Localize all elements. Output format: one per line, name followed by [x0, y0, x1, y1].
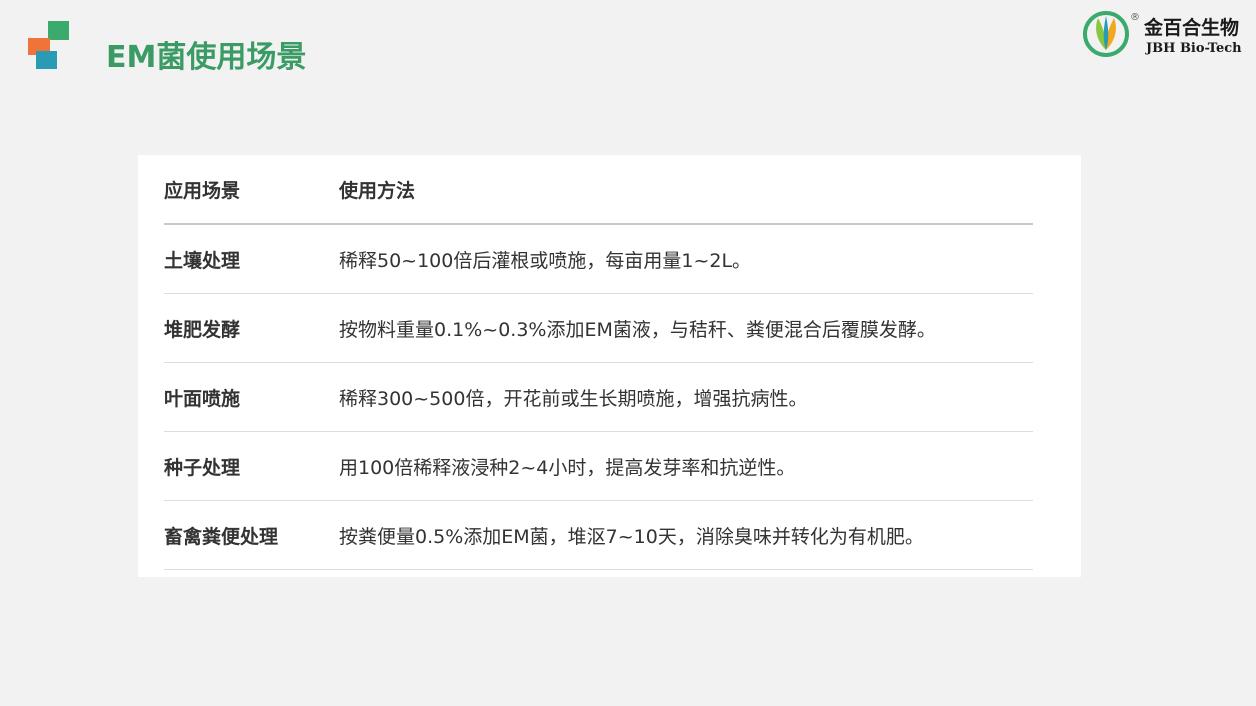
usage-table: 应用场景 使用方法 土壤处理 稀释50~100倍后灌根或喷施，每亩用量1~2L。… — [164, 155, 1033, 570]
table-row: 叶面喷施 稀释300~500倍，开花前或生长期喷施，增强抗病性。 — [164, 363, 1033, 432]
table-header-row: 应用场景 使用方法 — [164, 155, 1033, 225]
decor-square-green — [48, 21, 69, 40]
logo-mark-icon — [1083, 11, 1129, 57]
scene-cell: 土壤处理 — [164, 249, 241, 272]
scene-cell: 畜禽粪便处理 — [164, 525, 279, 548]
logo-name-cn: 金百合生物 — [1144, 17, 1240, 39]
usage-table-card: 应用场景 使用方法 土壤处理 稀释50~100倍后灌根或喷施，每亩用量1~2L。… — [138, 155, 1081, 577]
column-header-method: 使用方法 — [339, 179, 416, 202]
page-title: EM菌使用场景 — [106, 40, 307, 75]
company-logo: ® 金百合生物 JBH Bio-Tech — [1082, 8, 1254, 60]
scene-cell: 堆肥发酵 — [164, 318, 241, 341]
method-cell: 用100倍稀释液浸种2~4小时，提高发芽率和抗逆性。 — [339, 456, 796, 479]
table-row: 种子处理 用100倍稀释液浸种2~4小时，提高发芽率和抗逆性。 — [164, 432, 1033, 501]
slide: EM菌使用场景 ® 金百合生物 JBH Bio-Tech 应用场景 使用方法 土… — [0, 0, 1256, 706]
decor-square-blue — [36, 51, 57, 69]
column-header-scene: 应用场景 — [164, 179, 241, 202]
method-cell: 按粪便量0.5%添加EM菌，堆沤7~10天，消除臭味并转化为有机肥。 — [339, 525, 924, 548]
table-row: 畜禽粪便处理 按粪便量0.5%添加EM菌，堆沤7~10天，消除臭味并转化为有机肥… — [164, 501, 1033, 570]
logo-name-en: JBH Bio-Tech — [1146, 41, 1242, 56]
scene-cell: 叶面喷施 — [164, 387, 241, 410]
scene-cell: 种子处理 — [164, 456, 241, 479]
method-cell: 稀释50~100倍后灌根或喷施，每亩用量1~2L。 — [339, 249, 752, 272]
registered-mark: ® — [1130, 12, 1140, 23]
table-row: 土壤处理 稀释50~100倍后灌根或喷施，每亩用量1~2L。 — [164, 225, 1033, 294]
method-cell: 稀释300~500倍，开花前或生长期喷施，增强抗病性。 — [339, 387, 808, 410]
method-cell: 按物料重量0.1%~0.3%添加EM菌液，与秸秆、粪便混合后覆膜发酵。 — [339, 318, 936, 341]
table-row: 堆肥发酵 按物料重量0.1%~0.3%添加EM菌液，与秸秆、粪便混合后覆膜发酵。 — [164, 294, 1033, 363]
